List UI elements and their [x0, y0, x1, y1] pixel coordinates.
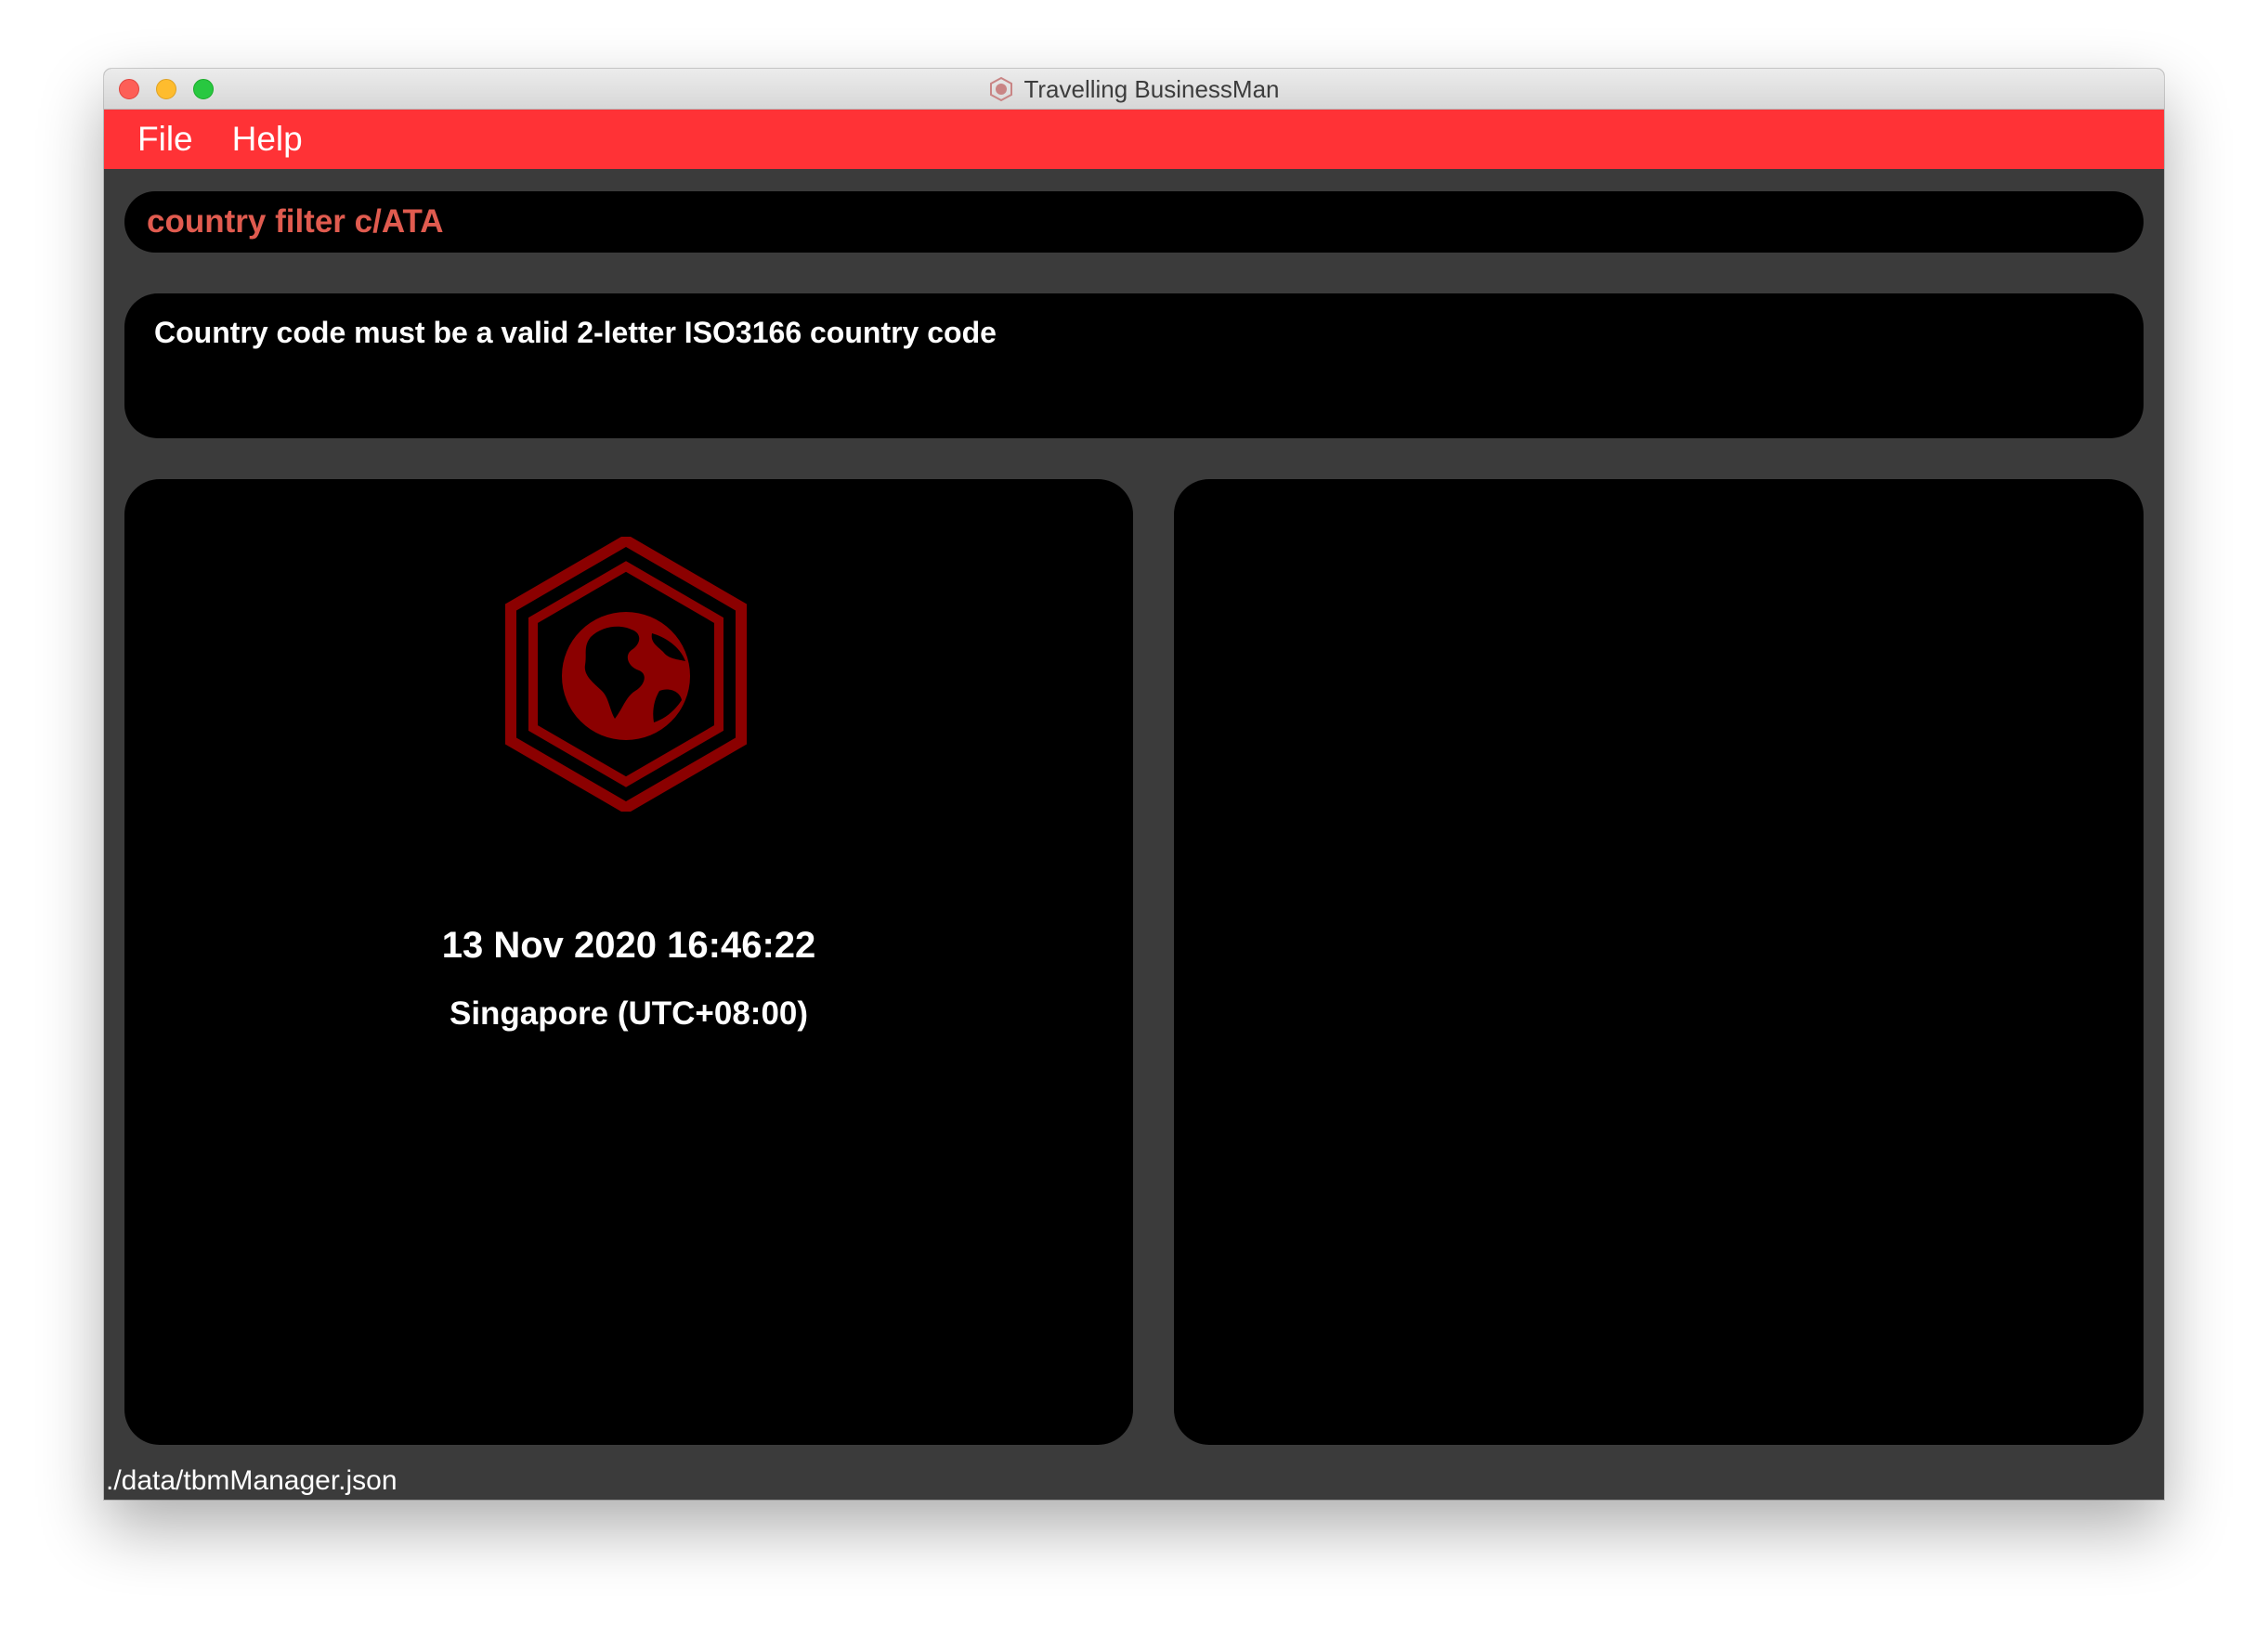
menu-help[interactable]: Help	[232, 120, 303, 159]
result-message: Country code must be a valid 2-letter IS…	[154, 316, 997, 349]
clock-panel: 13 Nov 2020 16:46:22 Singapore (UTC+08:0…	[124, 479, 1133, 1445]
window-title: Travelling BusinessMan	[1023, 74, 1280, 103]
app-window: Travelling BusinessMan File Help Country…	[104, 69, 2164, 1500]
menu-file[interactable]: File	[137, 120, 193, 159]
command-input[interactable]	[147, 203, 2121, 240]
current-timezone: Singapore (UTC+08:00)	[449, 995, 809, 1032]
result-display: Country code must be a valid 2-letter IS…	[124, 293, 2144, 438]
menu-bar: File Help	[104, 110, 2164, 169]
status-bar-file-path: ./data/tbmManager.json	[106, 1465, 398, 1496]
command-box	[124, 191, 2144, 253]
current-datetime: 13 Nov 2020 16:46:22	[441, 925, 816, 966]
window-title-group: Travelling BusinessMan	[104, 69, 2164, 110]
hexagon-globe-icon	[505, 537, 747, 812]
list-panel	[1174, 479, 2144, 1445]
title-bar: Travelling BusinessMan	[104, 69, 2164, 110]
app-icon	[990, 76, 1013, 102]
